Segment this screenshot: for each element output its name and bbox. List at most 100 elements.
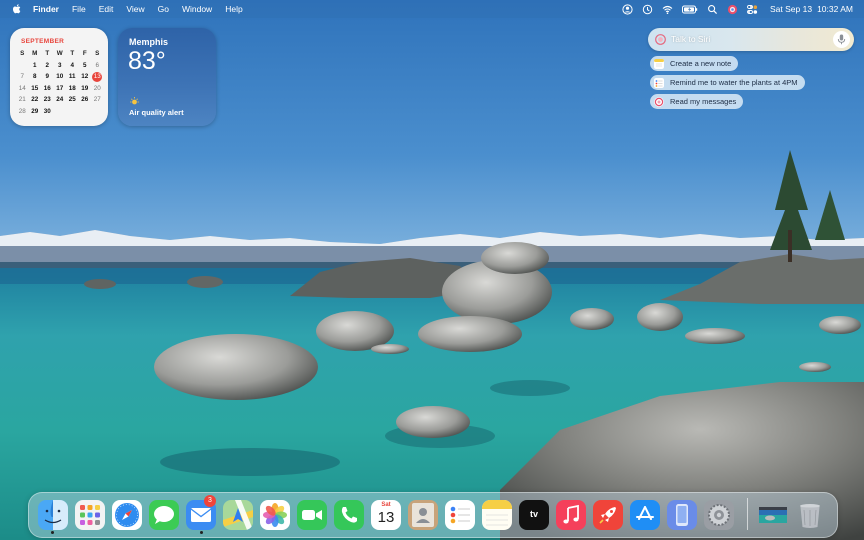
siri-suggestion-label: Read my messages xyxy=(670,97,737,106)
calendar-day: 4 xyxy=(70,61,74,69)
user-account-icon[interactable] xyxy=(622,3,633,15)
calendar-week-row: 21 22 23 24 25 26 27 xyxy=(16,94,104,106)
iphone-mirroring-icon[interactable] xyxy=(667,500,697,530)
calendar-day xyxy=(54,106,67,118)
calendar-day: 19 xyxy=(81,84,89,92)
system-settings-icon[interactable] xyxy=(704,500,734,530)
calendar-day: 25 xyxy=(68,96,76,103)
calendar-grid: S M T W T F S 1 2 3 4 5 6 7 8 9 10 11 12 13 14 15 16 17 18 19 20 21… xyxy=(16,48,104,117)
app-store-icon[interactable] xyxy=(630,500,660,530)
calendar-weekday-header: M xyxy=(32,50,38,57)
siri-suggestion-messages[interactable]: Read my messages xyxy=(650,94,744,109)
siri-prompt: Talk to Siri xyxy=(671,34,711,44)
siri-suggestion-label: Remind me to water the plants at 4PM xyxy=(670,78,798,87)
menu-window[interactable]: Window xyxy=(182,4,212,14)
contacts-icon[interactable] xyxy=(408,500,438,530)
calendar-day: 14 xyxy=(18,84,26,92)
calendar-icon-weekday: Sat xyxy=(381,502,391,508)
minimized-window-icon[interactable] xyxy=(758,500,788,530)
apple-tv-icon[interactable]: tv xyxy=(519,500,549,530)
music-icon[interactable] xyxy=(556,500,586,530)
finder-icon[interactable] xyxy=(38,500,68,530)
calendar-weekday-header: T xyxy=(45,50,50,57)
calendar-icon-day: 13 xyxy=(377,509,395,526)
launchpad-icon[interactable] xyxy=(75,500,105,530)
reminders-icon xyxy=(654,77,664,88)
rocket-app-icon[interactable] xyxy=(593,500,623,530)
tv-label: tv xyxy=(529,509,538,519)
wifi-icon[interactable] xyxy=(662,4,673,15)
calendar-day: 7 xyxy=(20,73,24,80)
spotlight-search-icon[interactable] xyxy=(707,4,718,15)
weather-widget[interactable]: Memphis 83° Air quality alert xyxy=(118,28,216,126)
calendar-today-number: 13 xyxy=(92,72,103,82)
messages-icon[interactable] xyxy=(149,500,179,530)
menu-bar: Finder File Edit View Go Window Help Sat… xyxy=(0,0,864,18)
calendar-day: 15 xyxy=(31,84,39,92)
siri-suggestion-note[interactable]: Create a new note xyxy=(650,56,739,71)
calendar-day: 22 xyxy=(31,96,39,103)
menu-go[interactable]: Go xyxy=(158,4,169,14)
calendar-day: 18 xyxy=(68,84,76,92)
phone-icon[interactable] xyxy=(334,500,364,530)
calendar-widget[interactable]: SEPTEMBER S M T W T F S 1 2 3 4 5 6 7 8 9 10 11 12 13 14 15 16… xyxy=(10,28,108,126)
menu-clock-date[interactable]: Sat Sep 13 xyxy=(770,4,812,14)
calendar-day xyxy=(66,106,79,118)
weather-alert: Air quality alert xyxy=(129,108,184,117)
calendar-day: 20 xyxy=(93,84,101,92)
siri-suggestion-reminder[interactable]: Remind me to water the plants at 4PM xyxy=(650,75,805,90)
calendar-day: 10 xyxy=(56,73,64,80)
menu-help[interactable]: Help xyxy=(225,4,242,14)
calendar-week-row: 14 15 16 17 18 19 20 xyxy=(16,83,104,95)
calendar-weekday-header: T xyxy=(70,50,75,57)
calendar-day: 26 xyxy=(81,96,89,103)
siri-input[interactable]: Talk to Siri xyxy=(648,28,854,51)
calendar-weekday-header: F xyxy=(82,50,87,57)
apple-menu-icon[interactable] xyxy=(11,3,23,15)
photos-icon[interactable] xyxy=(260,500,290,530)
microphone-icon xyxy=(837,34,846,45)
notes-icon[interactable] xyxy=(482,500,512,530)
calendar-day xyxy=(16,60,29,72)
calendar-day: 17 xyxy=(56,84,64,92)
siri-suggestion-label: Create a new note xyxy=(670,59,732,68)
siri-icon xyxy=(654,96,664,107)
calendar-day: 24 xyxy=(56,96,64,103)
control-center-icon[interactable] xyxy=(747,4,758,15)
calendar-day: 29 xyxy=(31,107,39,115)
calendar-day: 12 xyxy=(81,73,89,80)
time-machine-icon[interactable] xyxy=(642,4,653,15)
calendar-day: 5 xyxy=(82,61,87,69)
menu-app-name[interactable]: Finder xyxy=(33,4,59,14)
calendar-day: 23 xyxy=(43,96,51,103)
facetime-icon[interactable] xyxy=(297,500,327,530)
siri-icon[interactable] xyxy=(727,4,738,15)
running-indicator xyxy=(51,531,54,534)
calendar-weekday-header: W xyxy=(56,50,63,57)
calendar-day: 6 xyxy=(95,61,99,69)
menu-file[interactable]: File xyxy=(72,4,86,14)
weather-temperature: 83° xyxy=(128,47,166,75)
microphone-button[interactable] xyxy=(833,31,850,48)
safari-icon[interactable] xyxy=(112,500,142,530)
calendar-icon[interactable]: Sat 13 xyxy=(371,500,401,530)
dock-separator xyxy=(747,498,748,530)
maps-icon[interactable] xyxy=(223,500,253,530)
calendar-today: 13 xyxy=(91,71,104,83)
calendar-week-row: 123456 xyxy=(16,60,104,72)
calendar-day: 3 xyxy=(57,61,62,69)
running-indicator xyxy=(200,531,203,534)
calendar-day: 1 xyxy=(32,61,37,69)
reminders-icon[interactable] xyxy=(445,500,475,530)
menu-edit[interactable]: Edit xyxy=(99,4,114,14)
battery-icon[interactable] xyxy=(682,4,698,15)
calendar-weekday-header: S xyxy=(95,50,100,57)
sun-icon xyxy=(130,97,139,105)
menu-view[interactable]: View xyxy=(126,4,144,14)
notes-icon xyxy=(654,58,664,69)
calendar-day: 8 xyxy=(32,73,37,80)
menu-clock-time[interactable]: 10:32 AM xyxy=(817,4,853,14)
trash-icon[interactable] xyxy=(795,500,825,530)
siri-orb-icon xyxy=(655,34,666,45)
dock: Sat 13 tv xyxy=(28,492,838,538)
